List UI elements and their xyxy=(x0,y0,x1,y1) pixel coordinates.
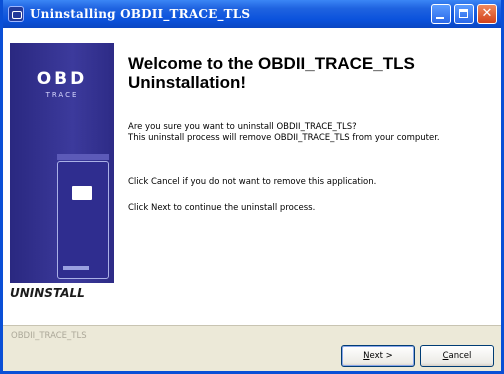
device-illustration xyxy=(57,154,109,279)
next-button[interactable]: Next > xyxy=(341,345,415,367)
device-band xyxy=(57,154,109,160)
next-instruction: Click Next to continue the uninstall pro… xyxy=(128,203,316,213)
uninstall-label: UNINSTALL xyxy=(10,286,85,300)
app-icon xyxy=(8,6,24,22)
device-foot xyxy=(63,266,89,270)
footer-brand: OBDII_TRACE_TLS xyxy=(11,331,87,341)
cancel-instruction: Click Cancel if you do not want to remov… xyxy=(128,177,377,187)
cancel-button[interactable]: Cancel xyxy=(420,345,494,367)
close-button[interactable]: ✕ xyxy=(477,4,497,24)
logo-main: OBD xyxy=(36,69,88,89)
wizard-content: OBD TRACE UNINSTALL Welcome to the OBDII… xyxy=(3,28,501,325)
page-title: Welcome to the OBDII_TRACE_TLS Uninstall… xyxy=(128,54,415,92)
close-icon: ✕ xyxy=(481,6,493,21)
minimize-button[interactable] xyxy=(431,4,451,24)
maximize-icon xyxy=(459,9,468,18)
footer-divider xyxy=(3,325,501,326)
wizard-sidebar: OBD TRACE UNINSTALL xyxy=(10,43,114,318)
uninstall-window: Uninstalling OBDII_TRACE_TLS ✕ OBD TRACE… xyxy=(0,0,504,374)
intro-line-1: Are you sure you want to uninstall OBDII… xyxy=(128,122,357,132)
device-screen xyxy=(72,186,92,200)
intro-line-2: This uninstall process will remove OBDII… xyxy=(128,133,440,143)
brand-panel: OBD TRACE xyxy=(10,43,114,283)
maximize-button[interactable] xyxy=(454,4,474,24)
intro-paragraph: Are you sure you want to uninstall OBDII… xyxy=(128,122,488,144)
cancel-label: ancel xyxy=(448,351,472,361)
wizard-footer: OBDII_TRACE_TLS Next > Cancel xyxy=(3,325,501,371)
minimize-icon xyxy=(436,17,444,19)
title-bar[interactable]: Uninstalling OBDII_TRACE_TLS ✕ xyxy=(3,0,501,28)
window-title: Uninstalling OBDII_TRACE_TLS xyxy=(30,7,251,21)
next-label: ext > xyxy=(369,351,393,361)
logo-sub: TRACE xyxy=(45,91,79,99)
